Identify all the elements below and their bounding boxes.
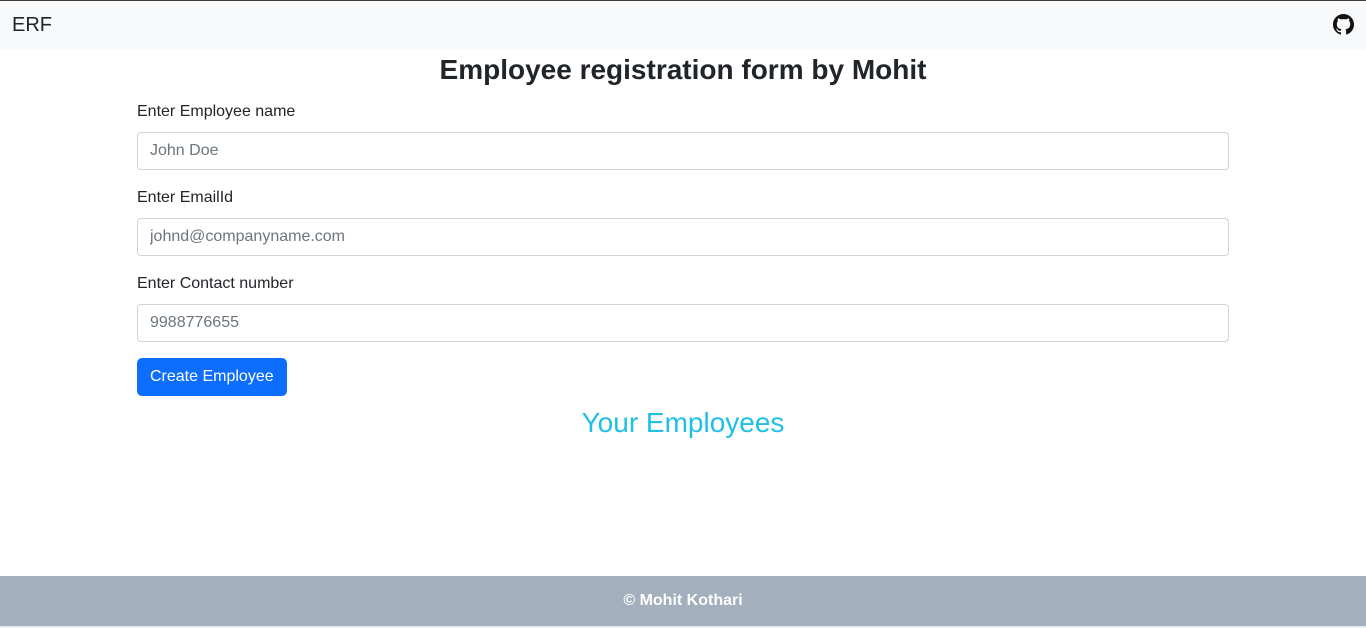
footer-text: © Mohit Kothari [623, 592, 743, 609]
page-title: Employee registration form by Mohit [439, 54, 927, 85]
github-icon[interactable] [1332, 14, 1354, 36]
name-group: Enter Employee name [137, 100, 1229, 170]
create-employee-button[interactable]: Create Employee [137, 358, 287, 396]
github-icon-svg [1332, 14, 1354, 35]
name-label: Enter Employee name [137, 103, 296, 120]
footer: © Mohit Kothari [0, 576, 1366, 626]
email-input[interactable] [137, 218, 1229, 256]
contact-label: Enter Contact number [137, 275, 294, 292]
navbar: ERF [0, 1, 1366, 50]
contact-number-input[interactable] [137, 304, 1229, 342]
employee-name-input[interactable] [137, 132, 1229, 170]
contact-group: Enter Contact number [137, 272, 1229, 342]
email-group: Enter EmailId [137, 186, 1229, 256]
navbar-brand[interactable]: ERF [12, 14, 52, 37]
email-label: Enter EmailId [137, 189, 234, 206]
employee-form: Enter Employee name Enter EmailId Enter … [137, 100, 1229, 396]
employees-heading: Your Employees [581, 407, 785, 438]
